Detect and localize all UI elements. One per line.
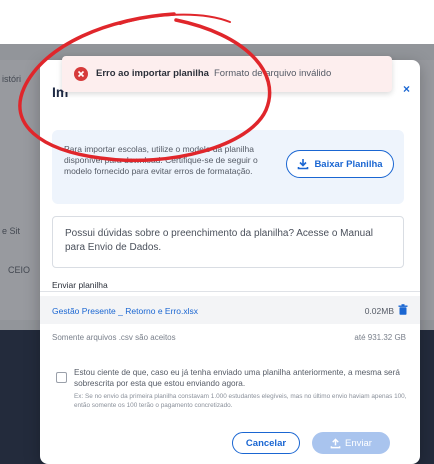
annotation-circle — [18, 12, 272, 163]
